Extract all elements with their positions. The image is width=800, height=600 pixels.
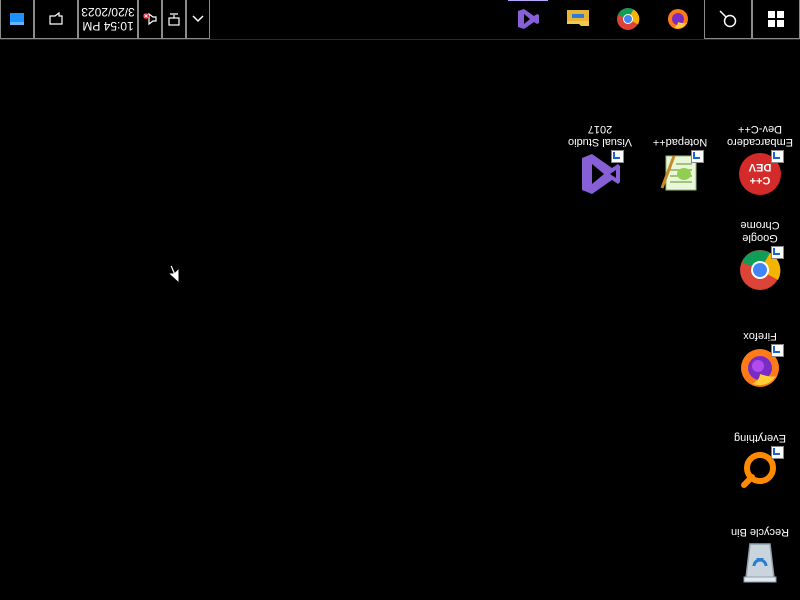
- desktop-icon-google-chrome[interactable]: Google Chrome: [722, 218, 798, 298]
- clock-date: 3/20/2023: [81, 5, 135, 19]
- shortcut-arrow-icon: [771, 344, 784, 357]
- windows-logo-icon: [768, 11, 784, 27]
- desktop-icon-label: Recycle Bin: [730, 526, 790, 538]
- shortcut-arrow-icon: [691, 150, 704, 163]
- desktop-icon-label: Google Chrome: [740, 219, 780, 244]
- desktop-icon-visual-studio[interactable]: Visual Studio 2017: [562, 122, 638, 202]
- taskbar-app-chrome[interactable]: [604, 0, 652, 39]
- tray-overflow-button[interactable]: [186, 0, 210, 39]
- recycle-bin-icon: [743, 543, 777, 583]
- desktop-icon-label: Visual Studio 2017: [568, 123, 633, 148]
- volume-button[interactable]: [138, 0, 162, 39]
- chevron-up-icon: [192, 15, 204, 23]
- shortcut-arrow-icon: [611, 150, 624, 163]
- desktop-icon-notepad-plus-plus[interactable]: Notepad++: [642, 122, 718, 202]
- visual-studio-icon: [518, 9, 539, 29]
- shortcut-arrow-icon: [771, 246, 784, 259]
- taskbar-app-file-explorer[interactable]: [554, 0, 602, 39]
- desktop-icon-label: Notepad++: [652, 136, 708, 148]
- file-explorer-icon: [567, 10, 589, 26]
- taskbar: 10:54 PM 3/20/2023: [0, 0, 800, 40]
- show-desktop-button[interactable]: [0, 0, 34, 39]
- desktop-icon-everything[interactable]: Everything: [722, 418, 798, 498]
- taskbar-clock[interactable]: 10:54 PM 3/20/2023: [78, 0, 138, 39]
- shortcut-arrow-icon: [771, 150, 784, 163]
- desktop-icon-dev-cpp[interactable]: C++ DEV Embarcadero Dev-C++: [722, 122, 798, 202]
- svg-text:DEV: DEV: [748, 161, 771, 173]
- desktop-icon-label: Everything: [734, 432, 786, 444]
- desktop-icon-firefox[interactable]: Firefox: [722, 316, 798, 396]
- search-button[interactable]: [704, 0, 752, 39]
- svg-text:C++: C++: [750, 174, 771, 186]
- action-center-button[interactable]: [34, 0, 78, 39]
- taskbar-app-firefox[interactable]: [654, 0, 702, 39]
- notification-icon: [49, 11, 63, 25]
- desktop-icon-recycle-bin[interactable]: Recycle Bin: [722, 512, 798, 592]
- chrome-icon: [617, 8, 640, 30]
- mouse-cursor-icon: [166, 264, 180, 284]
- shortcut-arrow-icon: [771, 446, 784, 459]
- taskbar-app-visual-studio[interactable]: [504, 0, 552, 39]
- clock-time: 10:54 PM: [82, 19, 134, 33]
- volume-muted-icon: [143, 12, 157, 26]
- network-icon: [168, 13, 180, 26]
- search-icon: [719, 10, 737, 28]
- start-button[interactable]: [752, 0, 800, 39]
- desktop-icon-label: Embarcadero Dev-C++: [726, 123, 794, 148]
- firefox-icon: [668, 9, 688, 29]
- network-button[interactable]: [162, 0, 186, 39]
- show-desktop-icon: [10, 13, 24, 25]
- desktop-screen: Recycle Bin Everything Firefox Google Ch…: [0, 0, 800, 600]
- desktop-icon-label: Firefox: [743, 330, 777, 342]
